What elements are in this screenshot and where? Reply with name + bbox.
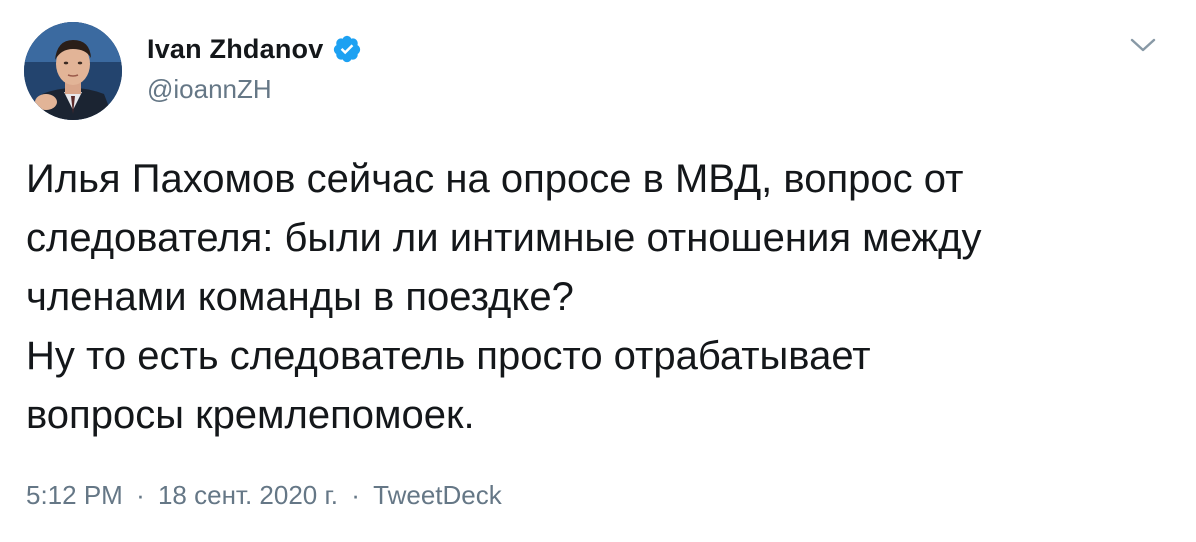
tweet-time[interactable]: 5:12 PM: [26, 480, 123, 510]
name-row: Ivan Zhdanov: [147, 32, 362, 66]
tweet-text-line: следователя: были ли интимные отношения …: [26, 216, 982, 260]
author-handle[interactable]: @ioannZH: [147, 74, 362, 105]
tweet-text-line: Илья Пахомов сейчас на опросе в МВД, воп…: [26, 157, 964, 201]
avatar[interactable]: [24, 22, 122, 120]
avatar-image: [24, 22, 122, 120]
tweet-text-line: членами команды в поездке?: [26, 275, 574, 319]
tweet-meta: 5:12 PM · 18 сент. 2020 г. · TweetDeck: [26, 480, 502, 511]
tweet-source[interactable]: TweetDeck: [373, 480, 502, 510]
tweet-date[interactable]: 18 сент. 2020 г.: [158, 480, 338, 510]
tweet-text-line: вопросы кремлепомоек.: [26, 393, 475, 437]
chevron-down-icon[interactable]: [1128, 34, 1158, 56]
tweet-text-line: Ну то есть следователь просто отрабатыва…: [26, 334, 871, 378]
author-display-name[interactable]: Ivan Zhdanov: [147, 34, 323, 65]
author-block: Ivan Zhdanov @ioannZH: [147, 32, 362, 105]
verified-badge-icon: [332, 34, 362, 64]
meta-separator: ·: [351, 480, 360, 510]
tweet-card: Ivan Zhdanov @ioannZH Илья Пахомов сейча…: [0, 0, 1196, 542]
tweet-text: Илья Пахомов сейчас на опросе в МВД, воп…: [26, 150, 1146, 445]
meta-separator: ·: [136, 480, 145, 510]
